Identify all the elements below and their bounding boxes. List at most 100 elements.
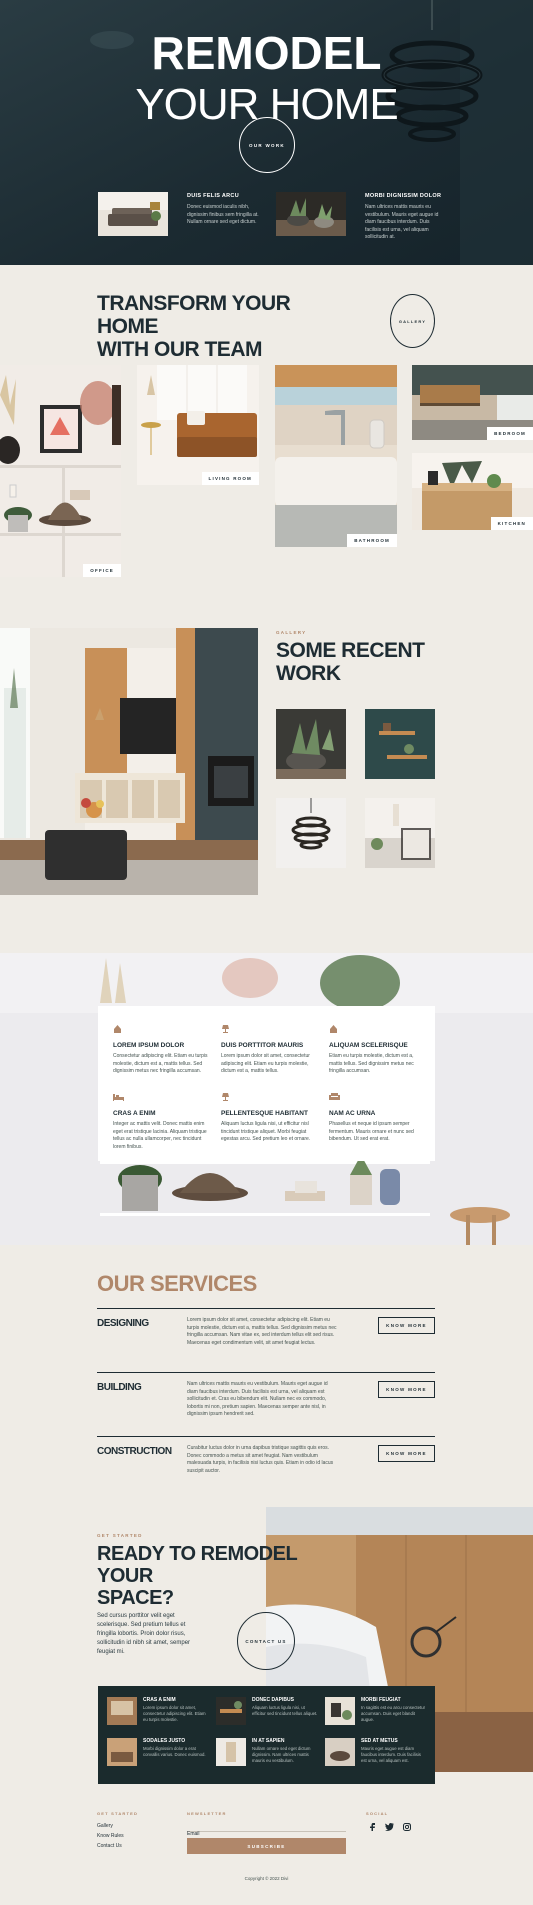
feature-text: Consectetur adipiscing elit. Etiam eu tu… bbox=[113, 1053, 208, 1074]
know-more-button[interactable]: KNOW MORE bbox=[378, 1381, 435, 1398]
posts-panel: CRAS A ENIM Lorem ipsum dolor sit amet, … bbox=[98, 1686, 435, 1784]
features-card: LOREM IPSUM DOLOR Consectetur adipiscing… bbox=[98, 1006, 435, 1161]
bathroom-tag: BATHROOM bbox=[347, 534, 397, 547]
post-thumbnail bbox=[107, 1697, 137, 1725]
recent-work-main-photo[interactable] bbox=[0, 628, 258, 895]
know-more-label: KNOW MORE bbox=[386, 1451, 427, 1456]
living-room-tag: LIVING ROOM bbox=[201, 472, 259, 485]
post-title: CRAS A ENIM bbox=[143, 1697, 176, 1703]
post-item[interactable]: IN AT SAPIEN Nullam ornare sed eget dict… bbox=[216, 1738, 316, 1770]
instagram-icon[interactable] bbox=[403, 1823, 411, 1831]
living-room-photo-image bbox=[137, 365, 259, 485]
office-photo[interactable]: OFFICE bbox=[0, 365, 121, 577]
feature-text: Aliquam luctus ligula nisi, ut efficitur… bbox=[221, 1121, 311, 1142]
hero-feature-1-text: Donec euismod iaculis nibh, dignissim fi… bbox=[187, 204, 259, 225]
hero-feature-2-text: Nam ultrices mattis mauris eu vestibulum… bbox=[365, 204, 439, 240]
lamp-icon bbox=[222, 1025, 229, 1033]
sofa-icon bbox=[329, 1093, 340, 1100]
living-room-photo[interactable]: LIVING ROOM bbox=[137, 365, 259, 485]
gallery-button-label: GALLERY bbox=[398, 318, 427, 324]
feature-text: Integer ac mattis velit. Donec mattis en… bbox=[113, 1121, 207, 1150]
service-row-construction: CONSTRUCTION Curabitur luctus dolor in u… bbox=[97, 1436, 435, 1496]
know-more-label: KNOW MORE bbox=[386, 1387, 427, 1392]
transform-heading-line1: TRANSFORM YOUR HOME bbox=[97, 292, 291, 338]
transform-heading: TRANSFORM YOUR HOME WITH OUR TEAM bbox=[97, 292, 337, 361]
ready-eyebrow: GET STARTED bbox=[97, 1533, 143, 1538]
services-heading: OUR SERVICES bbox=[97, 1271, 257, 1296]
service-name: DESIGNING bbox=[97, 1318, 149, 1329]
kitchen-tag: KITCHEN bbox=[490, 517, 533, 530]
footer-col2-title: NEWSLETTER bbox=[187, 1811, 227, 1816]
recent-thumb-bedroom[interactable] bbox=[365, 798, 435, 868]
hero-section: REMODEL YOUR HOME OUR WORK DUIS FELIS AR… bbox=[0, 0, 533, 265]
twitter-icon[interactable] bbox=[385, 1823, 394, 1831]
footer-link-know-rules[interactable]: Know Rules bbox=[97, 1833, 124, 1839]
hero-feature-1-title: DUIS FELIS ARCU bbox=[187, 193, 239, 199]
recent-thumb-plants[interactable] bbox=[276, 709, 346, 779]
kitchen-photo[interactable]: KITCHEN bbox=[412, 453, 533, 530]
our-work-label: OUR WORK bbox=[249, 142, 285, 148]
transform-heading-line2: WITH OUR TEAM bbox=[97, 338, 262, 361]
subscribe-label: SUBSCRIBE bbox=[247, 1843, 286, 1849]
footer-link-contact[interactable]: Contact Us bbox=[97, 1843, 122, 1849]
footer-col1-title: GET STARTED bbox=[97, 1811, 139, 1816]
post-text: Mauris eget augue est diam faucibus inte… bbox=[361, 1746, 421, 1763]
service-text: Curabitur luctus dolor in urna dapibus t… bbox=[187, 1445, 334, 1474]
post-item[interactable]: CRAS A ENIM Lorem ipsum dolor sit amet, … bbox=[107, 1697, 207, 1729]
post-text: Nullam ornare sed eget dictum dignissim.… bbox=[252, 1746, 311, 1763]
service-divider bbox=[97, 1436, 435, 1437]
post-title: SODALES JUSTO bbox=[143, 1738, 186, 1744]
feature-item: CRAS A ENIM Integer ac mattis velit. Don… bbox=[113, 1088, 208, 1151]
service-divider bbox=[97, 1308, 435, 1309]
recent-work-heading: SOME RECENT WORK bbox=[276, 639, 446, 685]
facebook-icon[interactable] bbox=[369, 1823, 375, 1831]
house-icon bbox=[114, 1025, 121, 1033]
feature-title: NAM AC URNA bbox=[329, 1110, 376, 1117]
feature-text: Etiam eu turpis molestie, dictum est a, … bbox=[329, 1053, 414, 1074]
bedroom-photo[interactable]: BEDROOM bbox=[412, 365, 533, 440]
service-row-building: BUILDING Nam ultrices mattis mauris eu v… bbox=[97, 1372, 435, 1432]
bathroom-photo[interactable]: BATHROOM bbox=[275, 365, 397, 547]
post-title: SED AT METUS bbox=[361, 1738, 398, 1744]
post-thumbnail bbox=[216, 1738, 246, 1766]
recent-work-eyebrow: GALLERY bbox=[276, 630, 307, 635]
post-item[interactable]: DONEC DAPIBUS Aliquam luctus ligula nisi… bbox=[216, 1697, 317, 1729]
post-thumbnail bbox=[325, 1697, 355, 1725]
know-more-button[interactable]: KNOW MORE bbox=[378, 1445, 435, 1462]
our-work-button[interactable]: OUR WORK bbox=[239, 117, 295, 173]
post-title: MORBI FEUGIAT bbox=[361, 1697, 401, 1703]
service-name: CONSTRUCTION bbox=[97, 1446, 172, 1457]
post-thumbnail bbox=[325, 1738, 355, 1766]
hero-feature-image-plants bbox=[276, 192, 346, 236]
service-text: Nam ultrices mattis mauris eu vestibulum… bbox=[187, 1381, 328, 1417]
ready-heading: READY TO REMODEL YOUR SPACE? bbox=[97, 1543, 327, 1609]
lamp-icon bbox=[222, 1093, 229, 1101]
bedroom-tag: BEDROOM bbox=[487, 427, 533, 440]
recent-thumb-shelf[interactable] bbox=[365, 709, 435, 779]
know-more-button[interactable]: KNOW MORE bbox=[378, 1317, 435, 1334]
know-more-label: KNOW MORE bbox=[386, 1323, 427, 1328]
post-thumbnail bbox=[107, 1738, 137, 1766]
hero-feature-image-sofa bbox=[98, 192, 168, 236]
recent-thumb-chandelier[interactable] bbox=[276, 798, 346, 868]
post-item[interactable]: MORBI FEUGIAT In sagittis est eu arcu co… bbox=[325, 1697, 425, 1729]
ready-heading-line2: SPACE? bbox=[97, 1587, 174, 1609]
contact-us-button[interactable]: CONTACT US bbox=[237, 1612, 295, 1670]
house-icon bbox=[330, 1025, 337, 1033]
post-item[interactable]: SODALES JUSTO Morbi dignissim dolor a er… bbox=[107, 1738, 207, 1770]
feature-title: DUIS PORTTITOR MAURIS bbox=[221, 1042, 304, 1049]
footer: GET STARTED Gallery Know Rules Contact U… bbox=[0, 1790, 533, 1905]
gallery-button[interactable]: GALLERY bbox=[390, 294, 435, 348]
post-item[interactable]: SED AT METUS Mauris eget augue est diam … bbox=[325, 1738, 425, 1770]
newsletter-email-field[interactable]: Email bbox=[187, 1822, 346, 1837]
ready-heading-line1: READY TO REMODEL YOUR bbox=[97, 1543, 297, 1587]
post-text: Morbi dignissim dolor a erat convallis v… bbox=[143, 1746, 206, 1757]
service-text: Lorem ipsum dolor sit amet, consectetur … bbox=[187, 1317, 337, 1346]
subscribe-button[interactable]: SUBSCRIBE bbox=[187, 1838, 346, 1854]
post-title: DONEC DAPIBUS bbox=[252, 1697, 294, 1703]
feature-item: PELLENTESQUE HABITANT Aliquam luctus lig… bbox=[221, 1088, 316, 1144]
copyright-text: Copyright © 2022 Divi bbox=[244, 1876, 289, 1881]
ready-text: Sed cursus porttitor velit eget sceleris… bbox=[97, 1613, 191, 1655]
service-divider bbox=[97, 1372, 435, 1373]
footer-link-gallery[interactable]: Gallery bbox=[97, 1823, 113, 1829]
